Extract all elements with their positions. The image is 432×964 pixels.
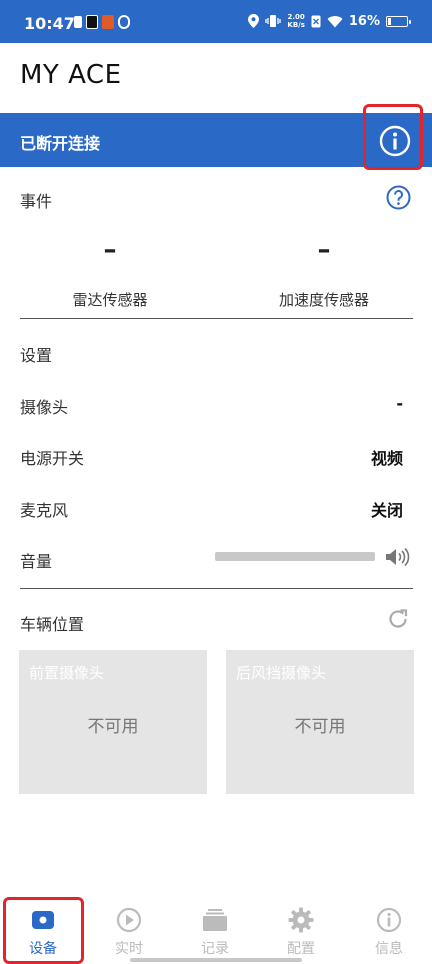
- nav-label-config: 配置: [287, 941, 315, 957]
- play-icon: [116, 907, 142, 933]
- tiktok-icon: [86, 15, 98, 29]
- vehicle-position-label: 车辆位置: [20, 615, 85, 634]
- battery-level-fill: [388, 17, 392, 25]
- nav-label-device: 设备: [29, 941, 57, 957]
- accel-sensor-value: –: [317, 235, 331, 265]
- setting-microphone-label: 麦克风: [20, 501, 69, 520]
- accel-sensor: – 加速度传感器: [224, 235, 424, 310]
- status-right-icons: 2.00 KB/s 16%: [248, 13, 411, 29]
- app-icon: [102, 15, 114, 29]
- nav-item-info[interactable]: 信息: [346, 896, 432, 964]
- nav-label-live: 实时: [115, 941, 143, 957]
- setting-camera-label: 摄像头: [20, 398, 69, 417]
- device-icon: [32, 911, 54, 929]
- speaker-icon: [386, 547, 410, 567]
- volume-slider[interactable]: [215, 552, 375, 561]
- help-icon[interactable]: [386, 185, 411, 210]
- setting-power-label: 电源开关: [20, 449, 85, 468]
- status-bar: 10:47 2.00 KB/s 16%: [0, 0, 432, 43]
- info-icon[interactable]: [378, 124, 412, 158]
- info-icon: [376, 907, 402, 933]
- divider: [20, 318, 413, 319]
- rear-camera-status: 不可用: [294, 717, 346, 737]
- setting-camera-value: -: [396, 394, 403, 413]
- front-camera-caption: 前置摄像头: [29, 664, 105, 682]
- rear-camera-caption: 后风挡摄像头: [236, 664, 327, 682]
- front-camera-card[interactable]: 前置摄像头 不可用: [19, 650, 207, 794]
- status-time: 10:47: [24, 14, 75, 33]
- divider: [20, 588, 413, 589]
- location-icon: [248, 14, 260, 28]
- setting-row-power-switch[interactable]: 电源开关 视频: [20, 445, 403, 475]
- radar-sensor-label: 雷达传感器: [72, 291, 148, 309]
- volume-slider-fill: [215, 552, 375, 561]
- records-icon: [203, 909, 227, 931]
- nav-item-live[interactable]: 实时: [86, 896, 172, 964]
- gear-icon: [288, 907, 314, 933]
- radar-sensor: – 雷达传感器: [10, 235, 210, 310]
- status-left-icons: [74, 15, 130, 29]
- bottom-nav: 设备 实时 记录 配置 信息: [0, 896, 432, 964]
- nav-item-config[interactable]: 配置: [258, 896, 344, 964]
- battery-percent: 16%: [348, 13, 380, 29]
- page-title: MY ACE: [20, 60, 122, 90]
- setting-row-camera[interactable]: 摄像头 -: [20, 394, 403, 424]
- accel-sensor-label: 加速度传感器: [278, 291, 369, 309]
- sim-off-icon: [311, 15, 321, 27]
- sim-icon: [74, 16, 82, 28]
- nav-label-records: 记录: [201, 941, 229, 957]
- volume-label: 音量: [20, 552, 53, 571]
- nav-item-device[interactable]: 设备: [0, 896, 86, 964]
- setting-row-microphone[interactable]: 麦克风 关闭: [20, 497, 403, 527]
- nav-label-info: 信息: [375, 941, 403, 957]
- app-icon: [118, 15, 130, 29]
- front-camera-status: 不可用: [87, 717, 139, 737]
- vibrate-icon: [265, 15, 282, 27]
- net-speed: 2.00 KB/s: [287, 13, 305, 29]
- setting-microphone-value: 关闭: [370, 501, 403, 520]
- battery-icon: [386, 15, 411, 27]
- events-label: 事件: [20, 192, 53, 211]
- nav-item-records[interactable]: 记录: [172, 896, 258, 964]
- connection-status-bar: 已断开连接: [0, 113, 432, 167]
- setting-power-value: 视频: [370, 449, 403, 468]
- settings-label: 设置: [20, 346, 53, 365]
- connection-status-label: 已断开连接: [20, 134, 101, 153]
- home-indicator[interactable]: [130, 958, 302, 962]
- refresh-icon[interactable]: [387, 608, 409, 630]
- rear-windshield-camera-card[interactable]: 后风挡摄像头 不可用: [226, 650, 414, 794]
- wifi-icon: [327, 15, 343, 27]
- radar-sensor-value: –: [103, 235, 117, 265]
